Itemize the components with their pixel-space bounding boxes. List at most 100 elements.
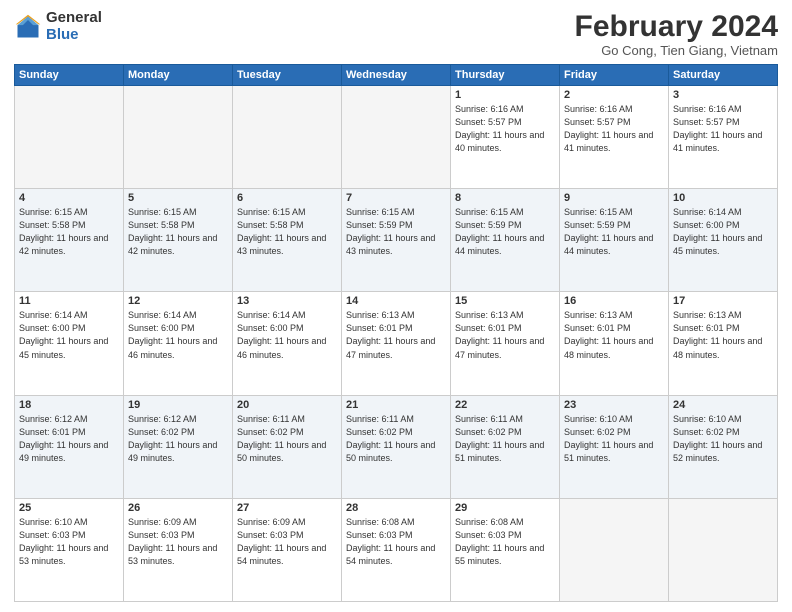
day-number: 11 <box>19 295 119 307</box>
weekday-header-row: SundayMondayTuesdayWednesdayThursdayFrid… <box>15 65 778 86</box>
calendar-cell <box>15 86 124 189</box>
day-number: 27 <box>237 502 337 514</box>
main-title: February 2024 <box>575 10 778 43</box>
day-number: 12 <box>128 295 228 307</box>
weekday-header-friday: Friday <box>560 65 669 86</box>
day-number: 14 <box>346 295 446 307</box>
day-number: 2 <box>564 89 664 101</box>
logo-blue-text: Blue <box>46 27 102 44</box>
header: General Blue February 2024 Go Cong, Tien… <box>14 10 778 58</box>
calendar-cell: 29 Sunrise: 6:08 AMSunset: 6:03 PMDayligh… <box>451 498 560 601</box>
day-number: 21 <box>346 399 446 411</box>
day-info: Sunrise: 6:14 AMSunset: 6:00 PMDaylight:… <box>673 206 773 258</box>
day-number: 3 <box>673 89 773 101</box>
day-info: Sunrise: 6:08 AMSunset: 6:03 PMDaylight:… <box>346 516 446 568</box>
calendar-cell <box>669 498 778 601</box>
calendar-cell: 28 Sunrise: 6:08 AMSunset: 6:03 PMDayligh… <box>342 498 451 601</box>
day-info: Sunrise: 6:12 AMSunset: 6:02 PMDaylight:… <box>128 413 228 465</box>
day-number: 28 <box>346 502 446 514</box>
day-number: 1 <box>455 89 555 101</box>
day-number: 9 <box>564 192 664 204</box>
calendar-cell: 17Sunrise: 6:13 AMSunset: 6:01 PMDayligh… <box>669 292 778 395</box>
calendar-week-row: 4 Sunrise: 6:15 AMSunset: 5:58 PMDaylight… <box>15 189 778 292</box>
day-number: 29 <box>455 502 555 514</box>
day-number: 8 <box>455 192 555 204</box>
day-info: Sunrise: 6:10 AMSunset: 6:02 PMDaylight:… <box>564 413 664 465</box>
day-number: 4 <box>19 192 119 204</box>
day-info: Sunrise: 6:09 AMSunset: 6:03 PMDaylight:… <box>237 516 337 568</box>
calendar-cell: 3 Sunrise: 6:16 AMSunset: 5:57 PMDaylight… <box>669 86 778 189</box>
day-info: Sunrise: 6:09 AMSunset: 6:03 PMDaylight:… <box>128 516 228 568</box>
day-number: 16 <box>564 295 664 307</box>
day-info: Sunrise: 6:11 AMSunset: 6:02 PMDaylight:… <box>346 413 446 465</box>
calendar-cell: 13 Sunrise: 6:14 AMSunset: 6:00 PMDayligh… <box>233 292 342 395</box>
day-info: Sunrise: 6:13 AMSunset: 6:01 PMDaylight:… <box>564 309 664 361</box>
calendar-cell <box>342 86 451 189</box>
day-info: Sunrise: 6:15 AMSunset: 5:58 PMDaylight:… <box>19 206 119 258</box>
day-info: Sunrise: 6:14 AMSunset: 6:00 PMDaylight:… <box>19 309 119 361</box>
calendar-cell: 20Sunrise: 6:11 AMSunset: 6:02 PMDayligh… <box>233 395 342 498</box>
weekday-header-saturday: Saturday <box>669 65 778 86</box>
day-info: Sunrise: 6:12 AMSunset: 6:01 PMDaylight:… <box>19 413 119 465</box>
day-number: 15 <box>455 295 555 307</box>
day-number: 19 <box>128 399 228 411</box>
calendar-cell: 16 Sunrise: 6:13 AMSunset: 6:01 PMDayligh… <box>560 292 669 395</box>
calendar-cell: 5 Sunrise: 6:15 AMSunset: 5:58 PMDaylight… <box>124 189 233 292</box>
weekday-header-monday: Monday <box>124 65 233 86</box>
day-info: Sunrise: 6:15 AMSunset: 5:59 PMDaylight:… <box>564 206 664 258</box>
subtitle: Go Cong, Tien Giang, Vietnam <box>575 43 778 58</box>
day-info: Sunrise: 6:14 AMSunset: 6:00 PMDaylight:… <box>128 309 228 361</box>
calendar-cell <box>233 86 342 189</box>
calendar-cell: 7Sunrise: 6:15 AMSunset: 5:59 PMDaylight… <box>342 189 451 292</box>
calendar-week-row: 11 Sunrise: 6:14 AMSunset: 6:00 PMDayligh… <box>15 292 778 395</box>
calendar-table: SundayMondayTuesdayWednesdayThursdayFrid… <box>14 64 778 602</box>
weekday-header-tuesday: Tuesday <box>233 65 342 86</box>
logo-text: General Blue <box>46 10 102 43</box>
calendar-cell: 27 Sunrise: 6:09 AMSunset: 6:03 PMDayligh… <box>233 498 342 601</box>
calendar-cell: 4 Sunrise: 6:15 AMSunset: 5:58 PMDaylight… <box>15 189 124 292</box>
day-number: 26 <box>128 502 228 514</box>
calendar-cell: 26 Sunrise: 6:09 AMSunset: 6:03 PMDayligh… <box>124 498 233 601</box>
day-number: 7 <box>346 192 446 204</box>
day-info: Sunrise: 6:16 AMSunset: 5:57 PMDaylight:… <box>673 103 773 155</box>
calendar-cell: 23Sunrise: 6:10 AMSunset: 6:02 PMDayligh… <box>560 395 669 498</box>
day-info: Sunrise: 6:13 AMSunset: 6:01 PMDaylight:… <box>673 309 773 361</box>
day-number: 13 <box>237 295 337 307</box>
calendar-cell: 10Sunrise: 6:14 AMSunset: 6:00 PMDayligh… <box>669 189 778 292</box>
day-number: 24 <box>673 399 773 411</box>
calendar-cell: 24Sunrise: 6:10 AMSunset: 6:02 PMDayligh… <box>669 395 778 498</box>
calendar-week-row: 1 Sunrise: 6:16 AMSunset: 5:57 PMDaylight… <box>15 86 778 189</box>
day-number: 5 <box>128 192 228 204</box>
day-info: Sunrise: 6:08 AMSunset: 6:03 PMDaylight:… <box>455 516 555 568</box>
day-info: Sunrise: 6:13 AMSunset: 6:01 PMDaylight:… <box>346 309 446 361</box>
calendar-cell: 11 Sunrise: 6:14 AMSunset: 6:00 PMDayligh… <box>15 292 124 395</box>
calendar-cell: 19 Sunrise: 6:12 AMSunset: 6:02 PMDayligh… <box>124 395 233 498</box>
logo: General Blue <box>14 10 102 43</box>
calendar-cell: 21 Sunrise: 6:11 AMSunset: 6:02 PMDayligh… <box>342 395 451 498</box>
title-block: February 2024 Go Cong, Tien Giang, Vietn… <box>575 10 778 58</box>
day-info: Sunrise: 6:15 AMSunset: 5:59 PMDaylight:… <box>455 206 555 258</box>
calendar-cell: 25Sunrise: 6:10 AMSunset: 6:03 PMDayligh… <box>15 498 124 601</box>
weekday-header-wednesday: Wednesday <box>342 65 451 86</box>
logo-icon <box>14 13 42 41</box>
day-info: Sunrise: 6:11 AMSunset: 6:02 PMDaylight:… <box>455 413 555 465</box>
day-info: Sunrise: 6:13 AMSunset: 6:01 PMDaylight:… <box>455 309 555 361</box>
day-info: Sunrise: 6:14 AMSunset: 6:00 PMDaylight:… <box>237 309 337 361</box>
day-info: Sunrise: 6:15 AMSunset: 5:58 PMDaylight:… <box>237 206 337 258</box>
day-info: Sunrise: 6:11 AMSunset: 6:02 PMDaylight:… <box>237 413 337 465</box>
calendar-cell: 6 Sunrise: 6:15 AMSunset: 5:58 PMDaylight… <box>233 189 342 292</box>
calendar-cell: 8 Sunrise: 6:15 AMSunset: 5:59 PMDaylight… <box>451 189 560 292</box>
calendar-cell <box>124 86 233 189</box>
calendar-cell: 22Sunrise: 6:11 AMSunset: 6:02 PMDayligh… <box>451 395 560 498</box>
page: General Blue February 2024 Go Cong, Tien… <box>0 0 792 612</box>
day-info: Sunrise: 6:10 AMSunset: 6:03 PMDaylight:… <box>19 516 119 568</box>
day-number: 6 <box>237 192 337 204</box>
calendar-cell <box>560 498 669 601</box>
calendar-cell: 2 Sunrise: 6:16 AMSunset: 5:57 PMDaylight… <box>560 86 669 189</box>
day-info: Sunrise: 6:15 AMSunset: 5:58 PMDaylight:… <box>128 206 228 258</box>
calendar-week-row: 25Sunrise: 6:10 AMSunset: 6:03 PMDayligh… <box>15 498 778 601</box>
calendar-cell: 15 Sunrise: 6:13 AMSunset: 6:01 PMDayligh… <box>451 292 560 395</box>
weekday-header-thursday: Thursday <box>451 65 560 86</box>
day-info: Sunrise: 6:16 AMSunset: 5:57 PMDaylight:… <box>564 103 664 155</box>
calendar-cell: 1Sunrise: 6:16 AMSunset: 5:57 PMDaylight… <box>451 86 560 189</box>
